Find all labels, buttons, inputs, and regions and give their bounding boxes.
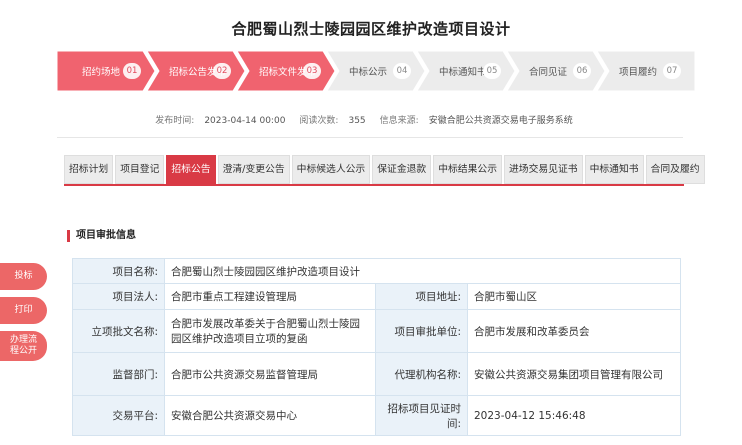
step-item: 中标公示 04 bbox=[327, 51, 425, 91]
step-item: 合同见证 06 bbox=[507, 51, 605, 91]
approval-doc-value: 合肥市发展改革委关于合肥蜀山烈士陵园园区维护改造项目立项的复函 bbox=[164, 309, 376, 353]
tab-item[interactable]: 澄清/变更公告 bbox=[217, 155, 290, 184]
bid-button[interactable]: 投标 bbox=[0, 263, 47, 290]
step-label: 项目履约 bbox=[619, 67, 658, 78]
step-label: 中标公示 bbox=[349, 67, 388, 78]
tab-item[interactable]: 中标结果公示 bbox=[433, 155, 502, 184]
agency-label: 代理机构名称: bbox=[375, 352, 468, 396]
section-title: 项目审批信息 bbox=[67, 230, 136, 242]
process-public-line1: 办理流 bbox=[9, 335, 37, 345]
divider bbox=[57, 137, 683, 138]
step-item: 招约场地 01 bbox=[57, 51, 155, 91]
witness-time-value: 2023-04-12 15:46:48 bbox=[466, 395, 682, 436]
table-row: 立项批文名称: 合肥市发展改革委关于合肥蜀山烈士陵园园区维护改造项目立项的复函 … bbox=[72, 309, 682, 353]
project-info-table: 项目名称: 合肥蜀山烈士陵园园区维护改造项目设计 项目法人: 合肥市重点工程建设… bbox=[72, 258, 682, 436]
approval-doc-label: 立项批文名称: bbox=[72, 309, 165, 353]
tab-item[interactable]: 中标通知书 bbox=[584, 155, 644, 184]
tab-item[interactable]: 合同及履约 bbox=[645, 155, 705, 184]
step-number: 06 bbox=[573, 63, 591, 79]
platform-value: 安徽合肥公共资源交易中心 bbox=[164, 395, 376, 436]
project-name-label: 项目名称: bbox=[72, 258, 165, 284]
approval-unit-value: 合肥市发展和改革委员会 bbox=[466, 309, 682, 353]
step-number: 07 bbox=[663, 63, 681, 79]
publish-time-value: 2023-04-14 00:00 bbox=[204, 116, 286, 126]
table-row: 监督部门: 合肥市公共资源交易监督管理局 代理机构名称: 安徽公共资源交易集团项… bbox=[72, 352, 682, 396]
process-public-line2: 程公开 bbox=[9, 346, 37, 356]
project-name-value: 合肥蜀山烈士陵园园区维护改造项目设计 bbox=[163, 258, 682, 284]
legal-entity-label: 项目法人: bbox=[72, 283, 165, 310]
table-row: 项目名称: 合肥蜀山烈士陵园园区维护改造项目设计 bbox=[72, 258, 682, 284]
view-count-label: 阅读次数: bbox=[299, 116, 339, 126]
tab-underline bbox=[64, 184, 684, 186]
view-count-value: 355 bbox=[348, 116, 366, 126]
step-item: 招标公告发布 02 bbox=[147, 51, 245, 91]
source-value: 安徽合肥公共资源交易电子服务系统 bbox=[428, 116, 573, 126]
tab-item[interactable]: 中标候选人公示 bbox=[291, 155, 371, 184]
project-location-label: 项目地址: bbox=[375, 283, 468, 310]
progress-steps: 招约场地 01 招标公告发布 02 招标文件发布 03 中标公示 04 中标通知书 05 合同见证 0… bbox=[57, 51, 695, 91]
step-number: 03 bbox=[303, 63, 321, 79]
article-meta: 发布时间: 2023-04-14 00:00 阅读次数: 355 信息来源: 安徽合肥公共… bbox=[0, 113, 742, 126]
tab-item[interactable]: 项目登记 bbox=[115, 155, 165, 184]
supervisor-value: 合肥市公共资源交易监督管理局 bbox=[164, 352, 376, 396]
step-number: 05 bbox=[483, 63, 501, 79]
project-location-value: 合肥市蜀山区 bbox=[466, 283, 682, 310]
tab-item[interactable]: 招标计划 bbox=[64, 155, 114, 184]
step-label: 中标通知书 bbox=[439, 67, 487, 78]
table-row: 项目法人: 合肥市重点工程建设管理局 项目地址: 合肥市蜀山区 bbox=[72, 283, 682, 310]
approval-unit-label: 项目审批单位: bbox=[375, 309, 468, 353]
page-title: 合肥蜀山烈士陵园园区维护改造项目设计 bbox=[231, 20, 511, 38]
tab-bar: 招标计划 项目登记 招标公告 澄清/变更公告 中标候选人公示 保证金退款 中标结果公示 进场交… bbox=[64, 155, 705, 184]
publish-time-label: 发布时间: bbox=[155, 116, 195, 126]
print-button[interactable]: 打印 bbox=[0, 297, 47, 324]
step-item: 项目履约 07 bbox=[597, 51, 695, 91]
agency-value: 安徽公共资源交易集团项目管理有限公司 bbox=[466, 352, 682, 396]
step-number: 02 bbox=[213, 63, 231, 79]
supervisor-label: 监督部门: bbox=[72, 352, 165, 396]
process-public-button[interactable]: 办理流 程公开 bbox=[0, 331, 47, 361]
tab-item[interactable]: 保证金退款 bbox=[372, 155, 432, 184]
source-label: 信息来源: bbox=[379, 116, 419, 126]
step-item: 中标通知书 05 bbox=[417, 51, 515, 91]
platform-label: 交易平台: bbox=[72, 395, 165, 436]
table-row: 交易平台: 安徽合肥公共资源交易中心 招标项目见证时间: 2023-04-12 … bbox=[72, 395, 682, 436]
step-label: 合同见证 bbox=[529, 67, 568, 78]
step-number: 01 bbox=[123, 63, 141, 79]
tab-item[interactable]: 招标公告 bbox=[166, 155, 216, 184]
tab-item[interactable]: 进场交易见证书 bbox=[504, 155, 583, 184]
step-label: 招约场地 bbox=[82, 67, 121, 78]
witness-time-label: 招标项目见证时间: bbox=[375, 395, 468, 436]
legal-entity-value: 合肥市重点工程建设管理局 bbox=[164, 283, 376, 310]
step-number: 04 bbox=[393, 63, 411, 79]
step-item: 招标文件发布 03 bbox=[237, 51, 335, 91]
